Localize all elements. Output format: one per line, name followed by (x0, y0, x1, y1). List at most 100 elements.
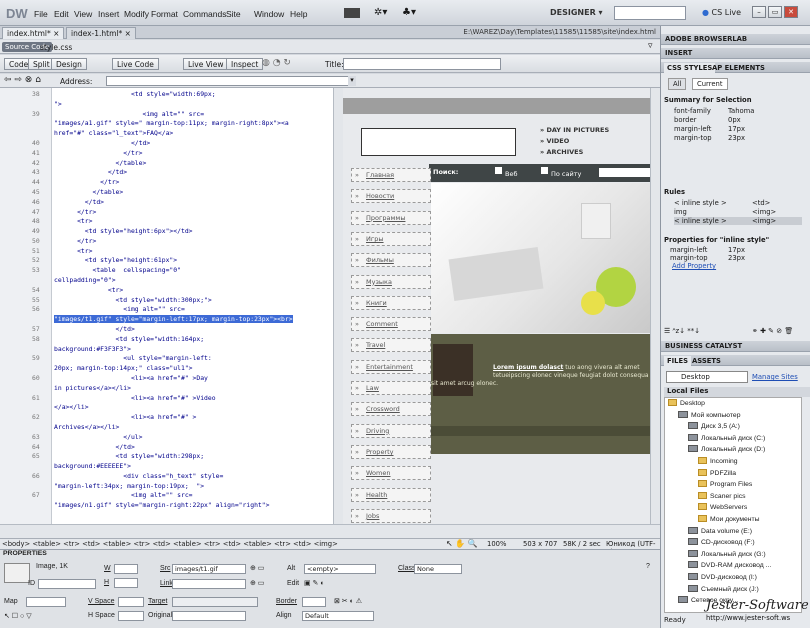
side-link[interactable]: Музыка (351, 274, 431, 289)
menu-modify[interactable]: Modify (124, 9, 149, 19)
menu-file[interactable]: File (34, 9, 48, 19)
code-line[interactable]: 20px; margin-top:14px;" class="ul1"> (54, 364, 193, 372)
hotspot-tools-icon[interactable]: ↖ ☐ ○ ▽ (4, 612, 32, 620)
live-view-button[interactable]: Live View (183, 58, 229, 70)
filter-icon[interactable]: ▿ (648, 41, 653, 51)
code-line[interactable]: href="#" class="l_text">FAQ</a> (54, 129, 173, 137)
tree-item[interactable]: DVD-дисковод (I:) (688, 573, 757, 581)
code-line[interactable]: <td style="height:6px"></td> (54, 227, 193, 235)
design-view[interactable]: » DAY IN PICTURES » VIDEO » ARCHIVES Пои… (343, 88, 660, 524)
menu-window[interactable]: Window (254, 9, 284, 19)
code-line[interactable]: in pictures</a></li> (54, 384, 131, 392)
live-code-button[interactable]: Live Code (112, 58, 159, 70)
side-link[interactable]: Игры (351, 231, 431, 246)
tab-index[interactable]: index.html* × (2, 27, 65, 39)
side-link[interactable]: Health (351, 487, 431, 502)
browse-src-icon[interactable]: ⊕ ▭ (250, 564, 264, 572)
related-file-css[interactable]: style.css (40, 43, 72, 52)
code-line[interactable]: </td> (54, 443, 135, 451)
code-line[interactable]: <td style="width:69px; (54, 90, 216, 98)
insert-header[interactable]: INSERT (661, 48, 810, 59)
cs-live-button[interactable]: ● CS Live (702, 8, 741, 17)
tree-item[interactable]: Incoming (698, 457, 738, 465)
code-line[interactable]: </td> (54, 325, 135, 333)
list-video[interactable]: » VIDEO (540, 137, 569, 145)
code-line[interactable]: </tr> (54, 237, 96, 245)
site-select[interactable]: Desktop (666, 371, 748, 383)
link-input[interactable] (172, 579, 246, 589)
gear-icon[interactable]: ✲▾ (374, 7, 387, 18)
business-catalyst-header[interactable]: BUSINESS CATALYST (661, 341, 810, 352)
menu-view[interactable]: View (74, 9, 92, 19)
tab-current[interactable]: Current (692, 78, 728, 90)
minimize-button[interactable]: – (752, 6, 766, 18)
edit-icons[interactable]: ▣ ✎ ◐ (304, 579, 325, 587)
menu-commands[interactable]: Commands (183, 9, 226, 19)
title-input[interactable] (343, 58, 501, 70)
code-line[interactable]: </table> (54, 159, 147, 167)
code-line[interactable]: </td> (54, 168, 127, 176)
site-radio[interactable] (541, 167, 548, 174)
code-line[interactable]: </ul> (54, 433, 142, 441)
side-link[interactable]: Driving (351, 423, 431, 438)
code-line[interactable]: <td style="width:298px; (54, 452, 205, 460)
code-line[interactable]: "images/n1.gif" style="margin-right:22px… (54, 501, 269, 509)
code-line[interactable]: <td style="width:164px; (54, 335, 205, 343)
address-input[interactable] (106, 76, 356, 86)
code-line[interactable]: "images/a1.gif" style=" margin-top:11px;… (54, 119, 289, 127)
menu-insert[interactable]: Insert (98, 9, 119, 19)
browser-check-icon[interactable]: ◍ ◔ ↻ (262, 58, 291, 68)
layout-icon[interactable] (344, 8, 360, 18)
tree-item[interactable]: Program Files (698, 480, 752, 488)
map-input[interactable] (26, 597, 66, 607)
site-search-input[interactable] (599, 168, 657, 177)
rule-selector[interactable]: < inline style > (674, 199, 727, 207)
workspace-switcher[interactable]: DESIGNER ▾ (550, 8, 603, 17)
src-input[interactable]: images/t1.gif (172, 564, 246, 574)
side-link[interactable]: Entertainment (351, 359, 431, 374)
border-input[interactable] (302, 597, 326, 607)
tab-index-1[interactable]: index-1.html* × (66, 27, 136, 39)
tab-ap-elements[interactable]: AP ELEMENTS (712, 64, 765, 72)
side-link[interactable]: Travel (351, 338, 431, 353)
side-link[interactable]: Фильмы (351, 253, 431, 268)
class-select[interactable]: None (414, 564, 462, 574)
side-link[interactable]: Law (351, 381, 431, 395)
code-line[interactable]: </tr> (54, 208, 96, 216)
code-line[interactable]: <div class="h_text" style= (54, 472, 223, 480)
tab-css-styles[interactable]: CSS STYLES (664, 63, 716, 73)
inspect-button[interactable]: Inspect (226, 58, 264, 70)
align-select[interactable]: Default (302, 611, 374, 621)
original-input[interactable] (172, 611, 246, 621)
side-link[interactable]: Property (351, 444, 431, 459)
browse-link-icon[interactable]: ⊕ ▭ (250, 579, 264, 587)
tree-item[interactable]: Мой компьютер (678, 410, 740, 419)
tree-item[interactable]: Мои документы (698, 515, 760, 523)
menu-help[interactable]: Help (290, 9, 307, 19)
tree-item[interactable]: Локальный диск (G:) (688, 549, 766, 558)
side-link[interactable]: Women (351, 466, 431, 481)
tree-item[interactable]: Съемный диск (J:) (688, 584, 759, 593)
menu-site[interactable]: Site (226, 9, 241, 19)
code-line[interactable]: </tr> (54, 149, 142, 157)
tree-item[interactable]: DVD-RAM дисковод ... (688, 561, 771, 569)
code-line[interactable]: "> (54, 100, 62, 108)
code-line[interactable]: <table cellspacing="0" (54, 266, 181, 274)
list-day-in-pictures[interactable]: » DAY IN PICTURES (540, 126, 609, 134)
web-radio[interactable] (495, 167, 502, 174)
help-icon[interactable]: ? (646, 563, 650, 570)
zoom-level[interactable]: 100% (487, 540, 506, 548)
code-line[interactable]: "margin-left:34px; margin-top:19px; "> (54, 482, 204, 490)
width-input[interactable] (114, 564, 138, 574)
tab-files[interactable]: FILES (664, 356, 692, 366)
code-line[interactable]: <li><a href="#" >Day (54, 374, 208, 382)
code-line[interactable]: <tr> (54, 217, 92, 225)
rule-selector[interactable]: img (674, 208, 687, 216)
design-view-button[interactable]: Design (51, 58, 87, 70)
property-name[interactable]: margin-top (670, 254, 708, 262)
add-property-link[interactable]: Add Property (672, 262, 716, 270)
tag-selector[interactable]: <body> <table> <tr> <td> <table> <tr> <t… (2, 540, 338, 548)
list-archives[interactable]: » ARCHIVES (540, 148, 583, 156)
browserlab-header[interactable]: ADOBE BROWSERLAB (661, 34, 810, 45)
code-editor[interactable]: <td style="width:69px; "> <img alt="" src… (52, 88, 333, 524)
